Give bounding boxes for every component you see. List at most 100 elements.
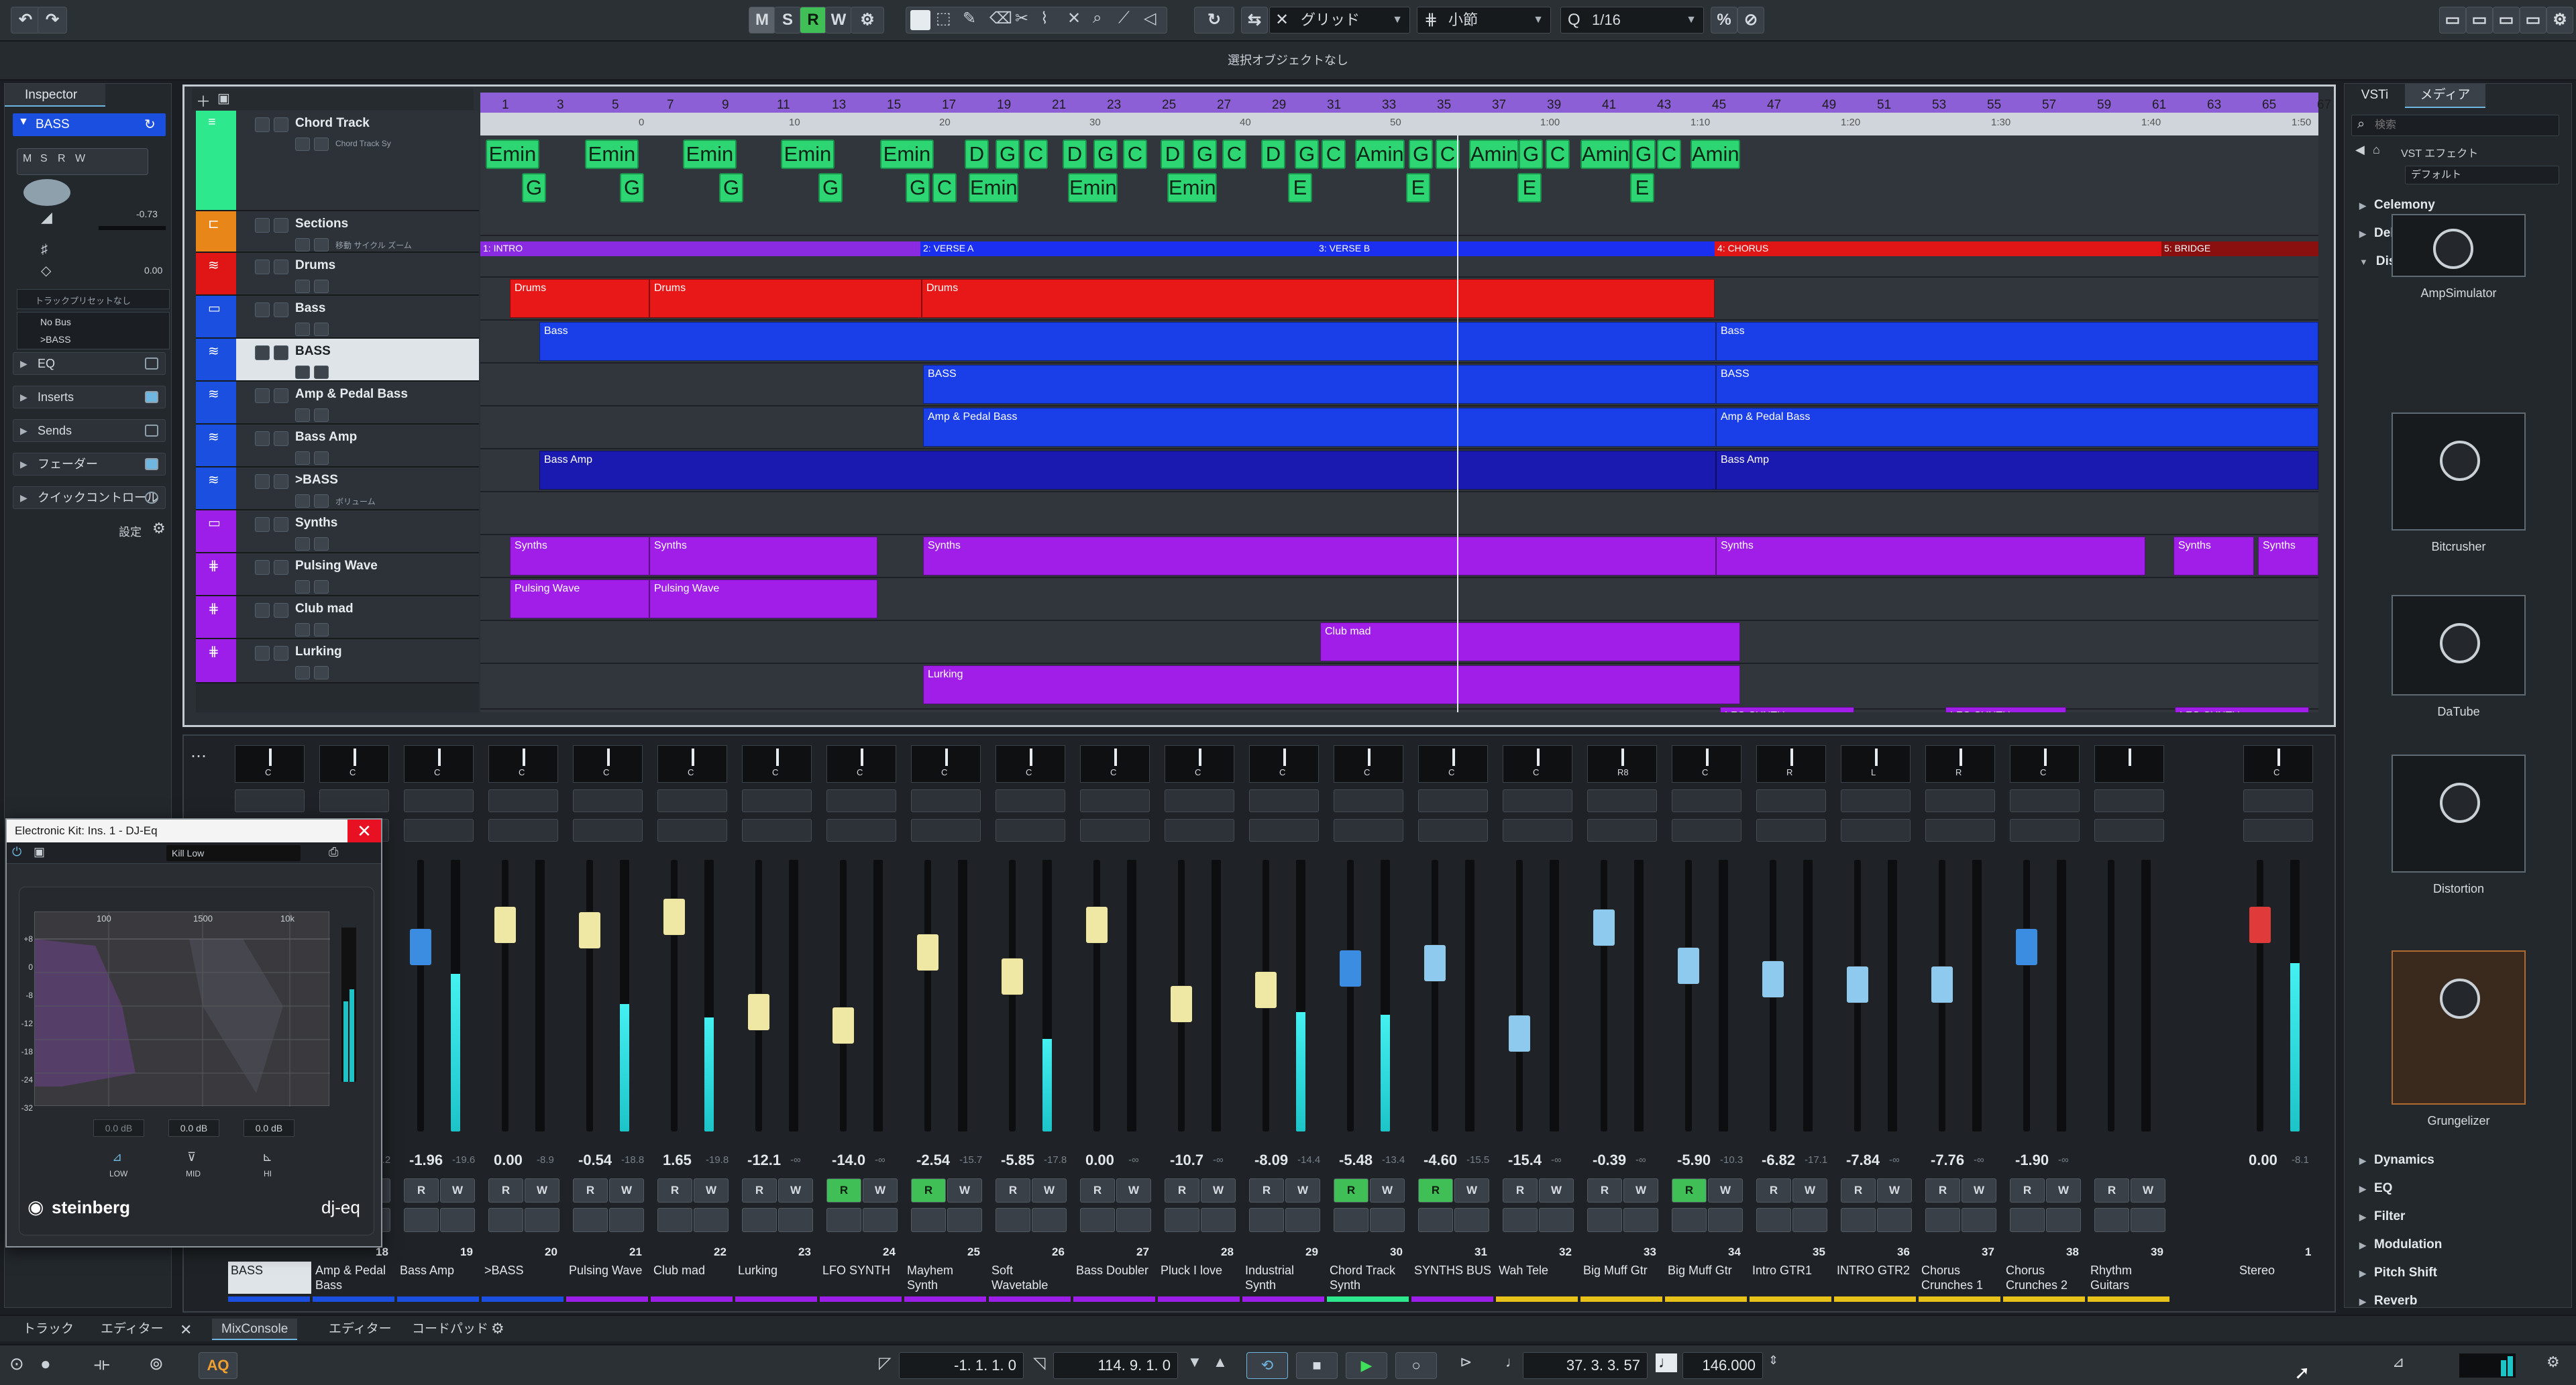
chord-event[interactable]: C bbox=[1322, 140, 1346, 169]
chord-event[interactable]: D bbox=[1063, 140, 1087, 169]
chord-event[interactable]: Emin bbox=[1167, 173, 1217, 203]
layout-left-zone-icon[interactable]: ▭ bbox=[2439, 7, 2466, 34]
pan-control[interactable]: L bbox=[1841, 745, 1911, 783]
tempo-track-icon[interactable]: ♩ bbox=[1656, 1353, 1677, 1372]
volume-value[interactable]: -1.90 bbox=[2015, 1152, 2049, 1169]
monitor-button[interactable] bbox=[1418, 1208, 1453, 1232]
chord-event[interactable]: G bbox=[620, 173, 644, 203]
write-button[interactable]: W bbox=[1116, 1178, 1151, 1203]
volume-fader[interactable] bbox=[1339, 950, 1362, 987]
write-button[interactable]: W bbox=[1962, 1178, 1996, 1203]
read-button[interactable]: R bbox=[1841, 1178, 1876, 1203]
bitcrusher-plugin-thumb[interactable] bbox=[2392, 412, 2526, 531]
listen-edit-row[interactable] bbox=[488, 819, 558, 842]
track-monitor-icon[interactable] bbox=[295, 494, 310, 508]
chord-event[interactable]: C bbox=[1436, 140, 1460, 169]
write-icon[interactable]: W bbox=[75, 153, 85, 165]
playhead-cursor[interactable] bbox=[1457, 135, 1458, 712]
volume-fader[interactable] bbox=[409, 928, 432, 966]
add-track-icon[interactable]: ＋ bbox=[196, 90, 211, 111]
volume-fader[interactable] bbox=[1424, 944, 1446, 982]
pan-control[interactable]: C bbox=[235, 745, 305, 783]
split-tool-icon[interactable]: ✂ bbox=[1015, 9, 1028, 28]
mute-solo-row[interactable] bbox=[996, 789, 1065, 812]
section-event[interactable]: 2: VERSE A bbox=[920, 241, 1316, 256]
search-input[interactable] bbox=[2375, 117, 2536, 134]
ruler[interactable]: 1 3 5 7 9 11 13 15 17 19 21 23 25 27 29 31 33 35 37 39 41 43 4… bbox=[480, 93, 2331, 135]
volume-value[interactable]: 0.00 bbox=[2249, 1152, 2277, 1169]
volume-value[interactable]: -14.0 bbox=[832, 1152, 865, 1169]
event-display[interactable]: Emin Emin Emin Emin Emin D G C D G C D G C D G C Amin G C Am… bbox=[480, 135, 2318, 712]
listen-edit-row[interactable] bbox=[1503, 819, 1572, 842]
listen-edit-row[interactable] bbox=[2010, 819, 2080, 842]
layout-transport-icon[interactable]: ▭ bbox=[2520, 7, 2546, 34]
bass-audio-event[interactable]: BASS bbox=[1716, 365, 2318, 404]
range-tool-icon[interactable]: ⬚ bbox=[936, 9, 951, 28]
volume-value[interactable]: -5.85 bbox=[1001, 1152, 1034, 1169]
track-solo-icon[interactable] bbox=[274, 646, 288, 661]
snap-type-select[interactable]: ✕ グリッド ▼ bbox=[1269, 7, 1410, 34]
track-row[interactable]: ≋ >BASS ボリューム bbox=[196, 467, 479, 510]
monitor-button[interactable] bbox=[2010, 1208, 2045, 1232]
pan-control[interactable]: C bbox=[2243, 745, 2313, 783]
volume-fader[interactable] bbox=[1001, 958, 1024, 996]
metronome-settings-icon[interactable]: ⊚ bbox=[149, 1353, 164, 1374]
chord-event[interactable]: C bbox=[1657, 140, 1681, 169]
monitor-button[interactable] bbox=[1841, 1208, 1876, 1232]
input-routing[interactable]: No Bus bbox=[40, 317, 71, 327]
listen-edit-row[interactable] bbox=[404, 819, 474, 842]
pan-control[interactable]: C bbox=[1672, 745, 1741, 783]
track-monitor-icon[interactable] bbox=[295, 451, 310, 465]
channel-name[interactable]: Lurking bbox=[735, 1262, 818, 1294]
punch-out-icon[interactable]: ▲ bbox=[1213, 1353, 1228, 1371]
channel-name[interactable]: Pluck I love bbox=[1158, 1262, 1241, 1294]
monitor-button[interactable] bbox=[1587, 1208, 1622, 1232]
channel-name[interactable]: SYNTHS BUS bbox=[1411, 1262, 1495, 1294]
write-button[interactable]: W bbox=[1032, 1178, 1067, 1203]
volume-fader[interactable] bbox=[1762, 960, 1784, 999]
volume-slider[interactable] bbox=[99, 226, 166, 230]
pan-control[interactable]: R bbox=[1925, 745, 1995, 783]
volume-value[interactable]: -5.48 bbox=[1339, 1152, 1373, 1169]
volume-value[interactable]: -5.90 bbox=[1677, 1152, 1711, 1169]
channel-name[interactable]: Big Muff Gtr bbox=[1580, 1262, 1664, 1294]
tab-vsti[interactable]: VSTi bbox=[2345, 84, 2405, 108]
write-button[interactable]: W bbox=[694, 1178, 729, 1203]
synths-event[interactable]: Synths bbox=[923, 537, 1716, 575]
volume-fader[interactable] bbox=[1170, 985, 1193, 1023]
chord-event[interactable]: Amin bbox=[1469, 140, 1519, 169]
track-solo-icon[interactable] bbox=[274, 388, 288, 403]
listen-edit-row[interactable] bbox=[996, 819, 1065, 842]
read-button[interactable]: R bbox=[1080, 1178, 1115, 1203]
write-button[interactable]: W bbox=[1539, 1178, 1574, 1203]
channel-name[interactable]: Soft Wavetable bbox=[989, 1262, 1072, 1294]
mid-kill-icon[interactable]: ⊽ bbox=[187, 1150, 196, 1164]
write-button[interactable]: W bbox=[778, 1178, 813, 1203]
volume-value[interactable]: 0.00 bbox=[494, 1152, 523, 1169]
write-button[interactable]: W bbox=[1623, 1178, 1658, 1203]
listen-edit-row[interactable] bbox=[573, 819, 643, 842]
tab-track[interactable]: トラック bbox=[13, 1319, 83, 1340]
arrangement-lane[interactable] bbox=[480, 492, 2318, 535]
home-icon[interactable]: ⌂ bbox=[2373, 143, 2380, 157]
pan-control[interactable]: C bbox=[1418, 745, 1488, 783]
pan-control[interactable]: C bbox=[742, 745, 812, 783]
position-display[interactable]: 37. 3. 3. 57 bbox=[1523, 1352, 1648, 1379]
mute-solo-row[interactable] bbox=[1334, 789, 1403, 812]
track-row[interactable]: ▭ Bass bbox=[196, 296, 479, 339]
erase-tool-icon[interactable]: ⌫ bbox=[989, 9, 1012, 28]
read-button[interactable]: R bbox=[1503, 1178, 1538, 1203]
synths-event[interactable]: Synths bbox=[2258, 537, 2318, 575]
media-category[interactable]: ▶ Pitch Shift bbox=[2359, 1266, 2437, 1280]
left-locator-field[interactable]: -1. 1. 1. 0 bbox=[899, 1352, 1024, 1379]
record-enable-button[interactable] bbox=[1708, 1208, 1743, 1232]
track-mute-icon[interactable] bbox=[255, 474, 270, 489]
read-button[interactable]: R bbox=[1334, 1178, 1368, 1203]
plugin-preset-select[interactable]: Kill Low bbox=[166, 845, 301, 861]
left-locator-icon[interactable]: ◸ bbox=[879, 1353, 891, 1373]
record-enable-button[interactable] bbox=[863, 1208, 898, 1232]
monitor-button[interactable] bbox=[742, 1208, 777, 1232]
monitor-button[interactable] bbox=[404, 1208, 439, 1232]
volume-fader[interactable] bbox=[2249, 906, 2271, 944]
mute-solo-row[interactable] bbox=[1672, 789, 1741, 812]
